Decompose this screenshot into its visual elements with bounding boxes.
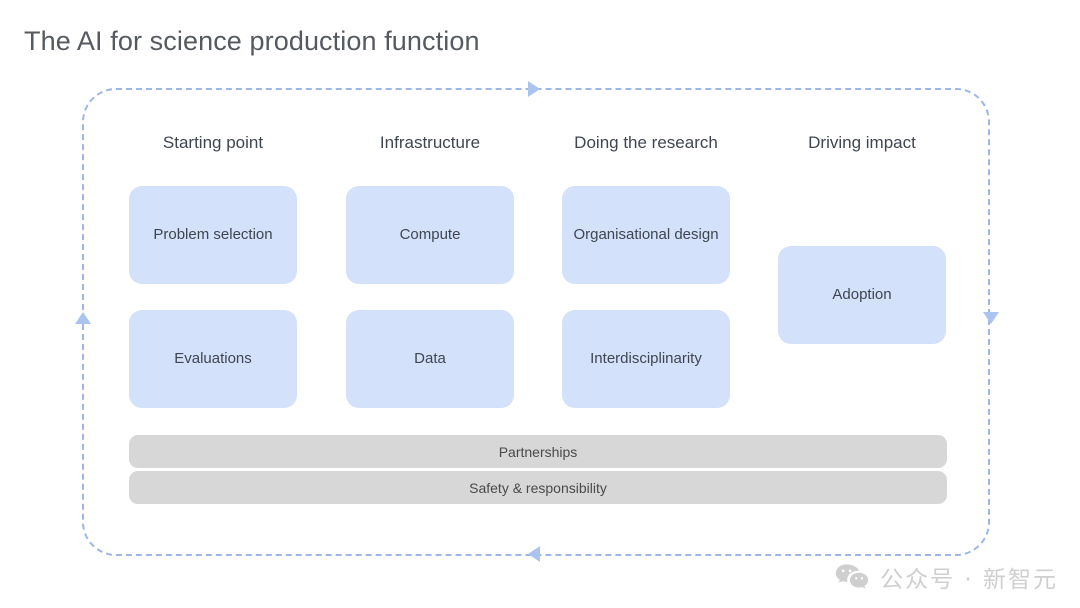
bar-partnerships[interactable]: Partnerships [129, 435, 947, 468]
card-label: Interdisciplinarity [590, 349, 702, 367]
card-label: Data [414, 349, 446, 367]
bar-safety-responsibility[interactable]: Safety & responsibility [129, 471, 947, 504]
card-label: Evaluations [174, 349, 252, 367]
card-organisational-design[interactable]: Organisational design [562, 186, 730, 284]
cycle-arrow-bottom-left-icon [528, 546, 540, 562]
card-evaluations[interactable]: Evaluations [129, 310, 297, 408]
card-compute[interactable]: Compute [346, 186, 514, 284]
column-header-driving-impact: Driving impact [808, 133, 916, 152]
slide-canvas: The AI for science production function S… [0, 0, 1080, 608]
bar-label: Partnerships [498, 443, 578, 460]
page-title: The AI for science production function [24, 26, 480, 56]
cycle-arrow-top-right-icon [528, 81, 540, 97]
card-problem-selection[interactable]: Problem selection [129, 186, 297, 284]
column-header-starting-point: Starting point [162, 133, 264, 152]
card-data[interactable]: Data [346, 310, 514, 408]
card-label: Adoption [832, 285, 892, 303]
wechat-icon [835, 563, 869, 591]
card-label: Compute [399, 225, 461, 243]
bar-label: Safety & responsibility [469, 479, 607, 496]
watermark: 公众号 · 新智元 [835, 560, 1058, 594]
card-label: Problem selection [153, 225, 273, 243]
column-header-infrastructure: Infrastructure [379, 133, 481, 152]
cycle-arrow-left-up-icon [75, 312, 91, 324]
card-label: Organisational design [573, 225, 719, 243]
cycle-arrow-right-down-icon [983, 312, 999, 324]
watermark-text: 公众号 · 新智元 [880, 567, 1058, 593]
card-interdisciplinarity[interactable]: Interdisciplinarity [562, 310, 730, 408]
column-header-doing-the-research: Doing the research [574, 133, 718, 152]
card-adoption[interactable]: Adoption [778, 246, 946, 344]
